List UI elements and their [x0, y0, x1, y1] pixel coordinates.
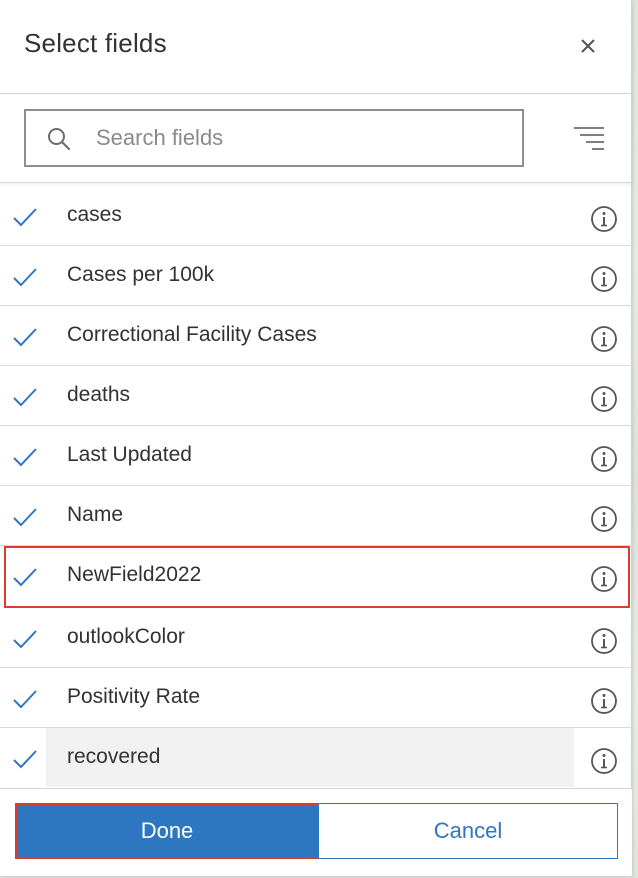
- check-icon: [12, 386, 38, 408]
- close-icon[interactable]: [572, 30, 604, 62]
- field-list: cases Cases per 100k Correctional Facili…: [0, 186, 632, 788]
- dialog-footer: Done Cancel: [0, 788, 632, 876]
- check-icon: [12, 206, 38, 228]
- check-icon: [12, 506, 38, 528]
- field-label: Cases per 100k: [67, 263, 215, 286]
- info-icon[interactable]: [590, 445, 618, 473]
- field-label: Positivity Rate: [67, 685, 201, 708]
- info-icon[interactable]: [590, 265, 618, 293]
- list-item[interactable]: outlookColor: [0, 608, 632, 668]
- info-icon[interactable]: [590, 565, 618, 593]
- info-icon[interactable]: [590, 747, 618, 775]
- field-label: Last Updated: [67, 443, 192, 466]
- search-row: [0, 95, 632, 183]
- dialog-title: Select fields: [24, 28, 167, 58]
- list-item[interactable]: Cases per 100k: [0, 246, 632, 306]
- dialog-header: Select fields: [0, 0, 632, 94]
- field-label: deaths: [67, 383, 131, 406]
- list-item[interactable]: deaths: [0, 366, 632, 426]
- check-icon: [12, 266, 38, 288]
- list-item-hovered[interactable]: recovered: [0, 728, 632, 788]
- check-icon: [12, 688, 38, 710]
- search-box[interactable]: [24, 109, 524, 167]
- search-input[interactable]: [96, 111, 506, 165]
- field-label: recovered: [67, 745, 161, 768]
- field-label: Correctional Facility Cases: [67, 323, 317, 346]
- filter-list-icon[interactable]: [572, 123, 606, 155]
- list-item[interactable]: cases: [0, 186, 632, 246]
- field-label: cases: [67, 203, 122, 226]
- list-item[interactable]: Name: [0, 486, 632, 546]
- list-item[interactable]: Last Updated: [0, 426, 632, 486]
- field-label: Name: [67, 503, 124, 526]
- info-icon[interactable]: [590, 385, 618, 413]
- select-fields-dialog: Select fields Search fields cases Cases …: [0, 0, 632, 876]
- list-item[interactable]: Correctional Facility Cases: [0, 306, 632, 366]
- check-icon: [12, 446, 38, 468]
- info-icon[interactable]: [590, 627, 618, 655]
- check-icon: [12, 326, 38, 348]
- field-label: outlookColor: [67, 625, 185, 648]
- check-icon: [12, 566, 38, 588]
- info-icon[interactable]: [590, 325, 618, 353]
- check-icon: [12, 748, 38, 770]
- info-icon[interactable]: [590, 205, 618, 233]
- field-label: NewField2022: [67, 563, 202, 586]
- done-button[interactable]: Done: [15, 803, 319, 859]
- check-icon: [12, 628, 38, 650]
- list-item[interactable]: Positivity Rate: [0, 668, 632, 728]
- info-icon[interactable]: [590, 505, 618, 533]
- cancel-button[interactable]: Cancel: [318, 803, 618, 859]
- info-icon[interactable]: [590, 687, 618, 715]
- list-item-highlighted[interactable]: NewField2022: [4, 546, 630, 608]
- search-icon: [46, 126, 72, 152]
